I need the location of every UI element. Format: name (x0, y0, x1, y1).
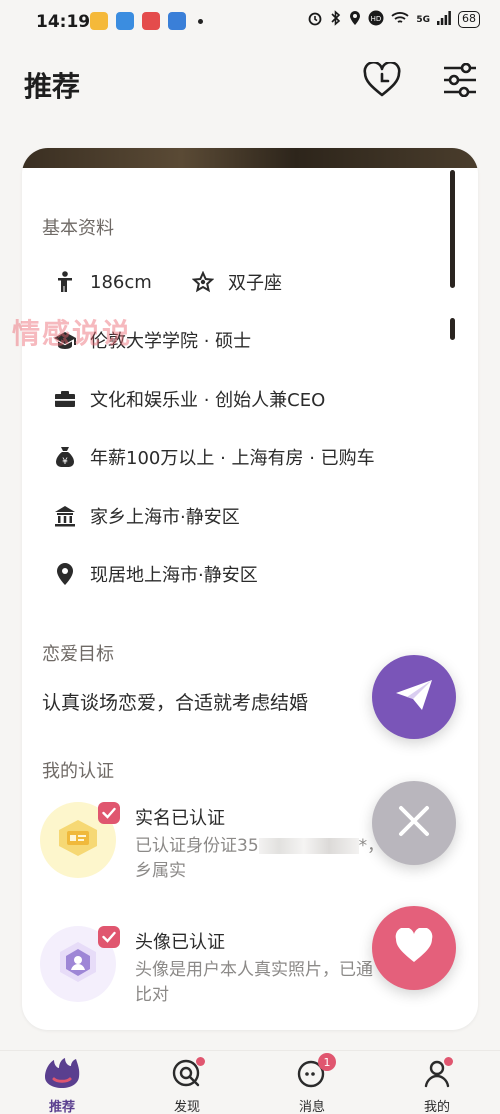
zodiac-value: 双子座 (228, 273, 282, 294)
masked-id-block (258, 838, 359, 854)
watermark: 情感说说 (12, 317, 133, 350)
residence-row: 现居地上海市·静安区 (52, 561, 258, 587)
card-scrollbar[interactable] (450, 170, 455, 288)
discover-tab-icon (171, 1057, 205, 1093)
battery-indicator: 68 (458, 11, 480, 28)
status-time: 14:19 (36, 12, 91, 32)
messages-unread-badge: 1 (318, 1053, 336, 1071)
person-icon (52, 269, 78, 295)
tab-recommend-label: 推荐 (48, 1100, 75, 1114)
tab-messages[interactable]: 1 消息 (272, 1053, 352, 1114)
app-notification-icon (116, 12, 134, 30)
close-icon (397, 804, 431, 842)
star-icon (190, 269, 216, 295)
profile-photo-strip[interactable] (22, 148, 478, 168)
discover-notification-dot (196, 1057, 205, 1066)
basic-info-title: 基本资料 (42, 218, 114, 239)
status-bar: 14:19 HD 5G 68 (0, 0, 500, 44)
messages-tab-icon: 1 (296, 1053, 336, 1093)
heart-icon (394, 927, 434, 968)
location-pin-icon (52, 561, 78, 587)
signal-icon (437, 11, 451, 28)
app-notification-icon-3 (168, 12, 186, 30)
network-type: 5G (416, 14, 430, 25)
avatar-shield-icon (56, 940, 100, 988)
svg-text:¥: ¥ (62, 457, 68, 467)
work-value: 文化和娱乐业 · 创始人兼CEO (90, 390, 326, 411)
bottom-navigation: 推荐 发现 1 消息 我的 (0, 1050, 500, 1114)
bluetooth-icon (330, 10, 342, 29)
weibo-notification-icon (90, 12, 108, 30)
tab-profile[interactable]: 我的 (397, 1057, 477, 1114)
filter-sliders-icon (442, 62, 478, 101)
real-name-title: 实名已认证 (135, 808, 225, 829)
tab-discover[interactable]: 发现 (147, 1057, 227, 1114)
recommend-tab-icon (42, 1057, 82, 1093)
profile-card[interactable]: 基本资料 186cm 双子座 伦敦大学学院 · 硕士 文化和娱乐业 · 创始人兼… (22, 148, 478, 1030)
card-scrollbar-thumb[interactable] (450, 318, 455, 340)
notification-icons (90, 12, 203, 30)
residence-value: 现居地上海市·静安区 (90, 565, 258, 586)
tab-recommend[interactable]: 推荐 (22, 1057, 102, 1114)
visitor-history-button[interactable] (360, 60, 404, 104)
height-value: 186cm (90, 271, 152, 293)
like-button[interactable] (372, 906, 456, 990)
money-bag-icon: ¥ (52, 444, 78, 470)
verification-title: 我的认证 (42, 761, 114, 782)
more-notifications-dot (198, 18, 203, 24)
system-status-icons: HD 5G 68 (307, 10, 480, 29)
finance-value: 年薪100万以上 · 上海有房 · 已购车 (90, 448, 375, 469)
profile-tab-icon (421, 1057, 453, 1093)
hd-icon: HD (368, 10, 384, 29)
real-name-desc-line1: 已认证身份证35 (135, 836, 259, 856)
briefcase-icon (52, 386, 78, 412)
wifi-icon (391, 11, 409, 28)
real-name-check-icon (98, 802, 120, 824)
finance-row: ¥ 年薪100万以上 · 上海有房 · 已购车 (52, 444, 375, 470)
page-title: 推荐 (24, 70, 81, 103)
profile-notification-dot (444, 1057, 453, 1066)
paper-plane-icon (394, 678, 434, 716)
avatar-verified-desc-line2: 比对 (135, 985, 169, 1005)
zodiac-row: 双子座 (190, 269, 282, 295)
avatar-check-icon (98, 926, 120, 948)
location-icon (349, 10, 361, 29)
love-goal-title: 恋爱目标 (42, 644, 114, 665)
hometown-value: 家乡上海市·静安区 (90, 507, 240, 528)
id-card-icon (56, 819, 100, 861)
send-message-button[interactable] (372, 655, 456, 739)
app-notification-icon-2 (142, 12, 160, 30)
real-name-desc-line2: 乡属实 (135, 861, 186, 881)
filter-button[interactable] (438, 60, 482, 104)
tab-profile-label: 我的 (423, 1100, 450, 1114)
dislike-button[interactable] (372, 781, 456, 865)
tab-messages-label: 消息 (298, 1100, 325, 1114)
avatar-verified-desc: 头像是用户本人真实照片，已通 (135, 960, 373, 980)
avatar-verified-title: 头像已认证 (135, 932, 225, 953)
work-row: 文化和娱乐业 · 创始人兼CEO (52, 386, 325, 412)
tab-discover-label: 发现 (173, 1100, 200, 1114)
home-town-icon (52, 503, 78, 529)
hometown-row: 家乡上海市·静安区 (52, 503, 240, 529)
height-row: 186cm (52, 269, 152, 295)
alarm-icon (307, 10, 323, 29)
heart-clock-icon (362, 60, 402, 102)
love-goal-text: 认真谈场恋爱，合适就考虑结婚 (42, 692, 309, 714)
real-name-desc: 已认证身份证35*，年 (135, 834, 401, 859)
svg-text:HD: HD (371, 15, 382, 23)
